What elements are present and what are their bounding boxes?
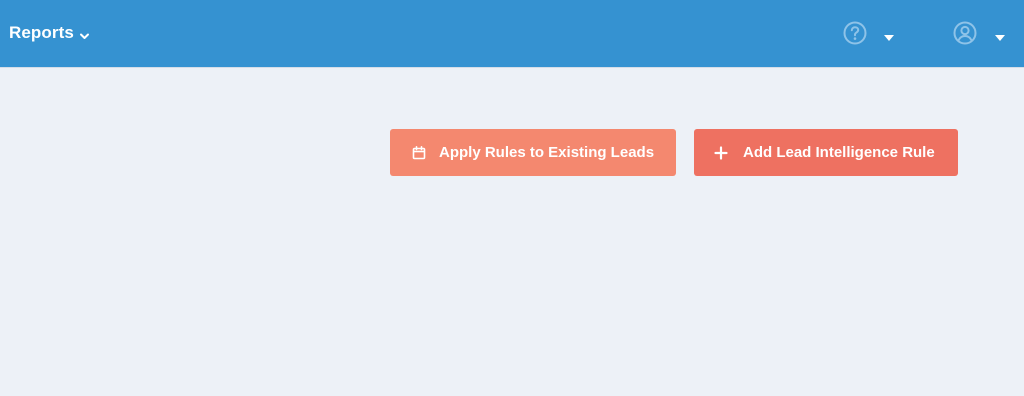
calendar-icon — [412, 145, 426, 160]
apply-rules-button[interactable]: Apply Rules to Existing Leads — [390, 129, 676, 176]
add-lead-intelligence-rule-button[interactable]: Add Lead Intelligence Rule — [694, 129, 958, 176]
top-navigation-bar: Reports — [0, 0, 1024, 68]
add-rule-label: Add Lead Intelligence Rule — [743, 144, 935, 161]
user-circle-icon[interactable] — [953, 21, 977, 45]
help-caret-down-icon[interactable] — [883, 29, 895, 41]
plus-icon — [714, 145, 728, 160]
user-caret-down-icon[interactable] — [994, 29, 1006, 41]
reports-menu[interactable]: Reports — [9, 20, 90, 46]
question-circle-icon[interactable] — [843, 21, 867, 45]
chevron-down-icon — [79, 29, 90, 40]
reports-menu-label: Reports — [9, 23, 74, 42]
apply-rules-label: Apply Rules to Existing Leads — [439, 144, 655, 161]
